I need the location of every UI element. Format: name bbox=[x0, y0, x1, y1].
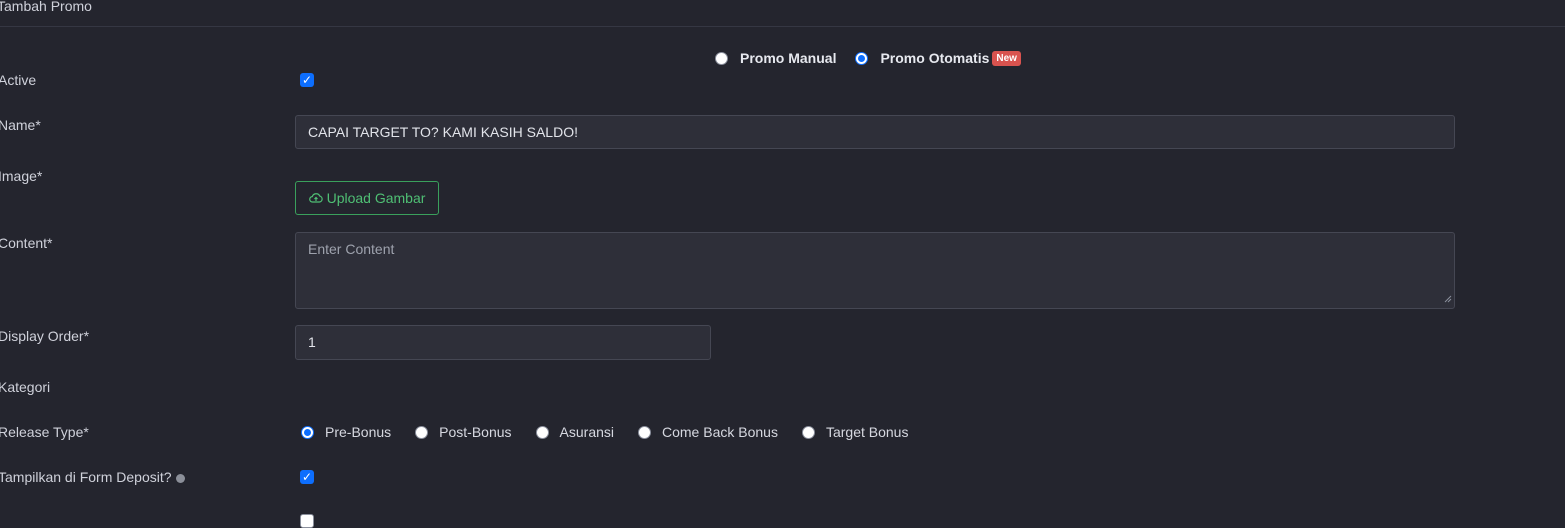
name-input[interactable]: CAPAI TARGET TO? KAMI KASIH SALDO! bbox=[295, 115, 1455, 149]
active-label: Active bbox=[0, 72, 37, 88]
come-back-bonus-label: Come Back Bonus bbox=[662, 424, 778, 440]
post-bonus-label: Post-Bonus bbox=[439, 424, 512, 440]
promo-otomatis-label[interactable]: Promo Otomatis bbox=[880, 50, 989, 66]
pre-bonus-radio[interactable] bbox=[301, 425, 314, 439]
release-option-pre-bonus[interactable]: Pre-Bonus bbox=[301, 424, 391, 440]
new-badge: New bbox=[992, 50, 1021, 66]
upload-image-button-label: Upload Gambar bbox=[326, 190, 426, 206]
come-back-bonus-radio[interactable] bbox=[638, 425, 651, 439]
release-option-come-back-bonus[interactable]: Come Back Bonus bbox=[638, 424, 778, 440]
next-row-checkbox[interactable] bbox=[300, 514, 314, 528]
promo-manual-label[interactable]: Promo Manual bbox=[740, 50, 836, 66]
display-order-input[interactable]: 1 bbox=[295, 325, 711, 360]
deposit-form-checkbox[interactable]: ✓ bbox=[300, 470, 314, 484]
promo-otomatis-radio[interactable] bbox=[855, 51, 869, 65]
release-option-target-bonus[interactable]: Target Bonus bbox=[801, 424, 909, 440]
content-textarea[interactable]: Enter Content bbox=[295, 232, 1455, 309]
name-label: Name* bbox=[0, 117, 41, 133]
promo-mode-selector: Promo Manual Promo Otomatis New bbox=[715, 50, 1021, 66]
release-option-asuransi[interactable]: Asuransi bbox=[535, 424, 614, 440]
promo-manual-radio[interactable] bbox=[715, 51, 728, 65]
target-bonus-label: Target Bonus bbox=[825, 424, 909, 440]
deposit-form-label: Tampilkan di Form Deposit? bbox=[0, 469, 172, 485]
resize-grip-icon[interactable] bbox=[1444, 290, 1452, 306]
image-label: Image* bbox=[0, 168, 43, 184]
cloud-upload-icon bbox=[308, 192, 323, 204]
page-header: Tambah Promo bbox=[0, 0, 1565, 27]
deposit-form-label-wrap: Tampilkan di Form Deposit? bbox=[0, 469, 185, 485]
release-type-options: Pre-Bonus Post-Bonus Asuransi Come Back … bbox=[301, 424, 932, 440]
content-placeholder: Enter Content bbox=[308, 241, 395, 257]
info-icon[interactable] bbox=[175, 473, 185, 483]
release-type-label: Release Type* bbox=[0, 424, 89, 440]
asuransi-label: Asuransi bbox=[559, 424, 614, 440]
pre-bonus-label: Pre-Bonus bbox=[325, 424, 392, 440]
page-title: Tambah Promo bbox=[0, 0, 92, 14]
target-bonus-radio[interactable] bbox=[801, 425, 815, 439]
display-order-label: Display Order* bbox=[0, 328, 90, 344]
upload-image-button[interactable]: Upload Gambar bbox=[295, 181, 439, 215]
asuransi-radio[interactable] bbox=[535, 425, 549, 439]
content-label: Content* bbox=[0, 235, 53, 251]
post-bonus-radio[interactable] bbox=[415, 425, 429, 439]
kategori-label: Kategori bbox=[0, 379, 51, 395]
release-option-post-bonus[interactable]: Post-Bonus bbox=[415, 424, 512, 440]
active-checkbox[interactable]: ✓ bbox=[300, 73, 314, 87]
